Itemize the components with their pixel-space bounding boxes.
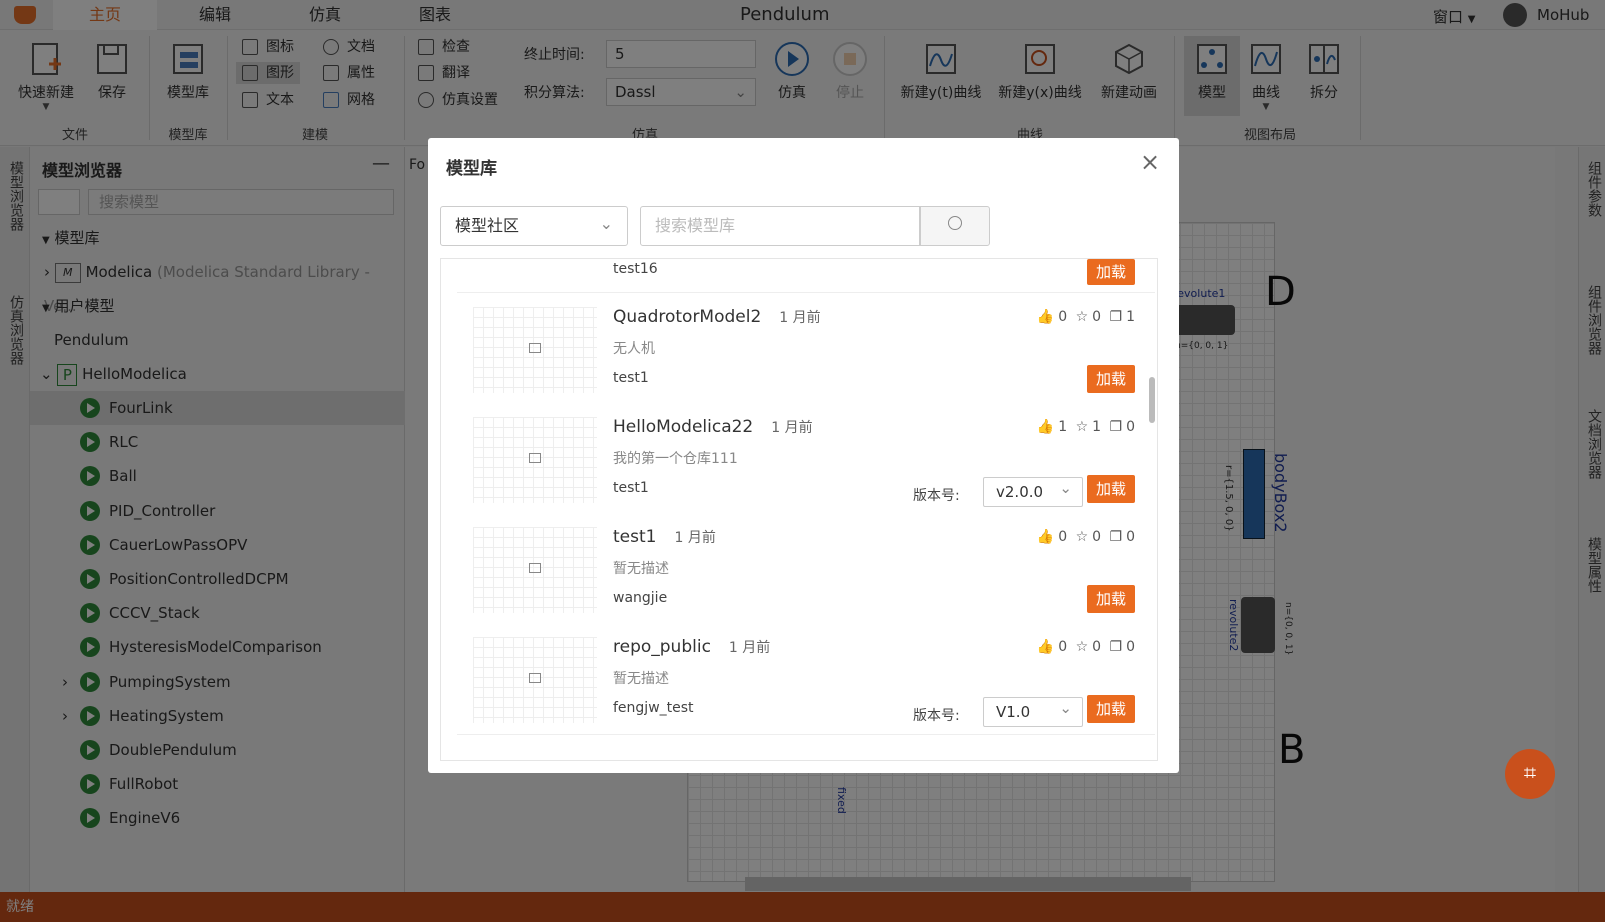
like-icon[interactable]: 👍 — [1037, 309, 1054, 325]
model-time: 1 月前 — [779, 310, 821, 326]
model-card: HelloModelica22 1 月前我的第一个仓库111 test1 👍 1 ☆ 1 … — [457, 403, 1155, 515]
load-button[interactable]: 加载 — [1087, 585, 1135, 613]
star-icon[interactable]: ☆ — [1076, 419, 1089, 435]
star-icon[interactable]: ☆ — [1076, 529, 1089, 545]
partial-load-button[interactable]: 加载 — [1087, 259, 1135, 285]
close-icon[interactable]: × — [1140, 148, 1160, 176]
star-icon[interactable]: ☆ — [1076, 309, 1089, 325]
image-icon — [529, 343, 541, 353]
model-library-dialog: 模型库 × 模型社区 ⌄ 搜索模型库 test16 加载 QuadrotorMod… — [428, 138, 1179, 773]
model-stats: 👍 1 ☆ 1 ❐ 0 — [1036, 419, 1135, 435]
partial-owner: test16 — [613, 261, 658, 277]
search-button[interactable] — [920, 206, 990, 246]
model-name[interactable]: test1 1 月前 — [613, 527, 716, 547]
image-icon — [529, 563, 541, 573]
version-select[interactable]: v2.0.0 — [983, 474, 1083, 507]
model-desc: 暂无描述 — [613, 561, 669, 577]
model-stats: 👍 0 ☆ 0 ❐ 0 — [1036, 529, 1135, 545]
model-desc: 无人机 — [613, 341, 655, 357]
copy-icon[interactable]: ❐ — [1110, 529, 1123, 545]
model-stats: 👍 0 ☆ 0 ❐ 0 — [1036, 639, 1135, 655]
load-button[interactable]: 加载 — [1087, 475, 1135, 503]
crop-fab-button[interactable]: ⌗ — [1505, 749, 1555, 799]
version-label: 版本号: — [913, 708, 960, 724]
category-select[interactable]: 模型社区 ⌄ — [440, 206, 628, 246]
image-icon — [529, 673, 541, 683]
chevron-down-icon: ⌄ — [599, 214, 613, 233]
like-icon[interactable]: 👍 — [1037, 639, 1054, 655]
library-search-input[interactable]: 搜索模型库 — [640, 206, 920, 246]
model-name[interactable]: QuadrotorModel2 1 月前 — [613, 307, 821, 327]
model-card: QuadrotorModel2 1 月前无人机 test1 👍 0 ☆ 0 ❐ 1 加载 — [457, 293, 1155, 405]
model-stats: 👍 0 ☆ 0 ❐ 1 — [1036, 309, 1135, 325]
model-card: repo_public 1 月前暂无描述 fengjw_test 👍 0 ☆ 0 ❐ 0 加载… — [457, 623, 1155, 735]
like-icon[interactable]: 👍 — [1037, 419, 1054, 435]
image-icon — [529, 453, 541, 463]
model-time: 1 月前 — [674, 530, 716, 546]
model-desc: 暂无描述 — [613, 671, 669, 687]
model-name[interactable]: repo_public 1 月前 — [613, 637, 770, 657]
model-owner: fengjw_test — [613, 700, 694, 716]
copy-icon[interactable]: ❐ — [1110, 309, 1123, 325]
model-card: test1 1 月前暂无描述 wangjie 👍 0 ☆ 0 ❐ 0 加载 — [457, 513, 1155, 625]
model-owner: test1 — [613, 480, 649, 496]
model-owner: wangjie — [613, 590, 668, 606]
model-desc: 我的第一个仓库111 — [613, 451, 738, 467]
model-time: 1 月前 — [728, 640, 771, 656]
load-button[interactable]: 加载 — [1087, 695, 1135, 723]
search-icon — [948, 216, 962, 230]
model-name[interactable]: HelloModelica22 1 月前 — [613, 417, 813, 437]
dialog-title: 模型库 — [446, 159, 497, 179]
like-icon[interactable]: 👍 — [1037, 529, 1054, 545]
results-scrollbar[interactable] — [1149, 377, 1155, 423]
model-thumbnail[interactable] — [473, 527, 597, 613]
partial-card: test16 加载 — [457, 259, 1155, 293]
load-button[interactable]: 加载 — [1087, 365, 1135, 393]
model-time: 1 月前 — [771, 420, 813, 436]
model-thumbnail[interactable] — [473, 417, 597, 503]
star-icon[interactable]: ☆ — [1076, 639, 1089, 655]
model-thumbnail[interactable] — [473, 307, 597, 393]
copy-icon[interactable]: ❐ — [1110, 419, 1123, 435]
copy-icon[interactable]: ❐ — [1110, 639, 1123, 655]
results-list: test16 加载 QuadrotorModel2 1 月前无人机 test1 👍 0 … — [440, 258, 1158, 761]
model-owner: test1 — [613, 370, 649, 386]
version-select[interactable]: V1.0 — [983, 694, 1083, 727]
model-thumbnail[interactable] — [473, 637, 597, 723]
version-label: 版本号: — [913, 488, 960, 504]
